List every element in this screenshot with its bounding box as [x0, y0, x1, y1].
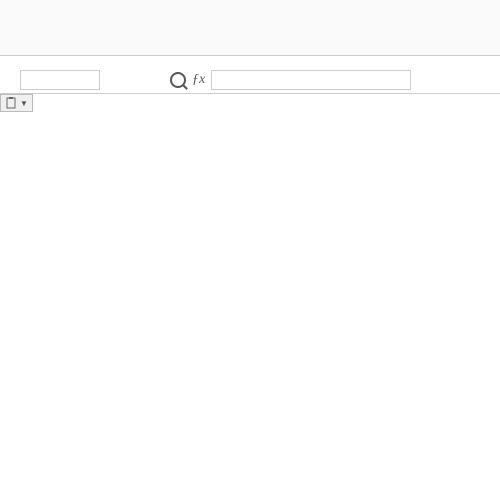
formula-bar[interactable] — [211, 70, 411, 90]
chevron-down-icon: ▼ — [20, 99, 28, 108]
name-box[interactable] — [20, 70, 100, 90]
zoom-icon — [170, 72, 186, 88]
paste-options-button[interactable]: ▼ — [0, 94, 33, 112]
fx-icon[interactable]: ƒx — [192, 72, 205, 88]
paste-icon — [5, 97, 17, 109]
